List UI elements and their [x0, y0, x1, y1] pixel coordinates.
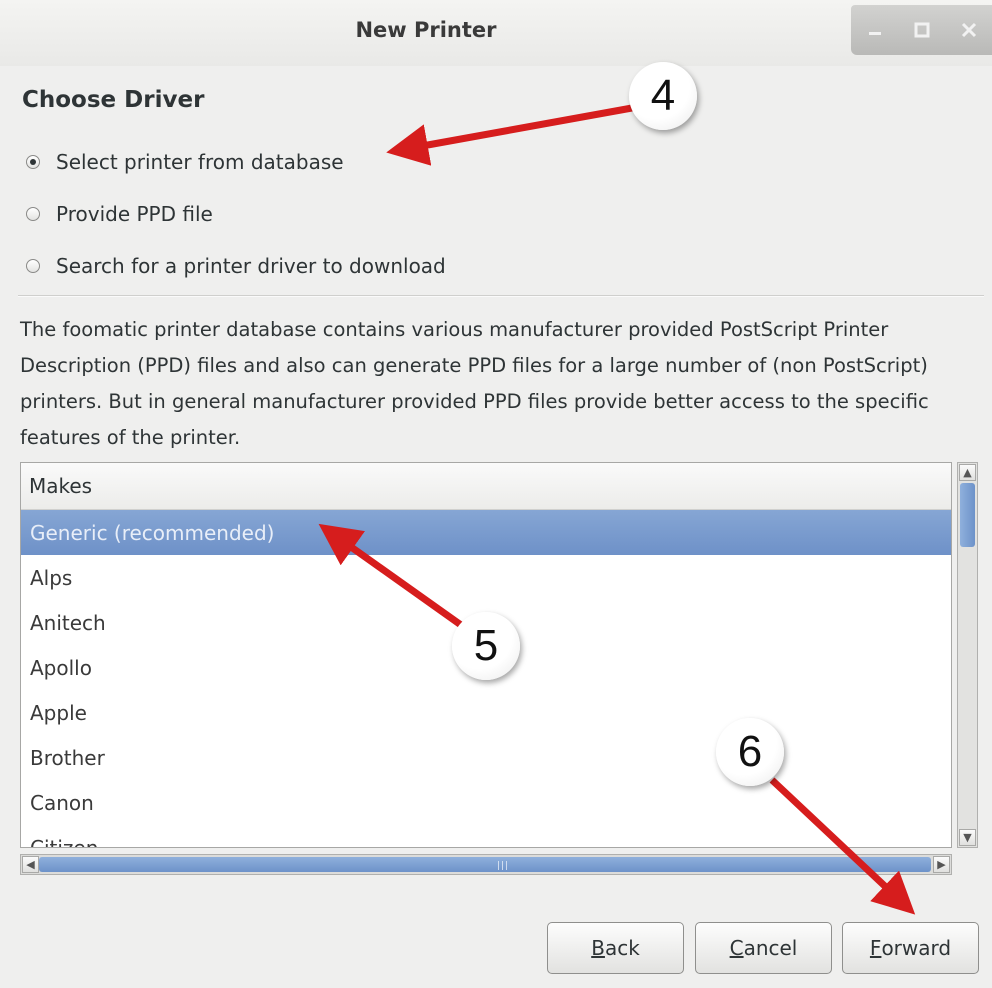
title-bar[interactable]: New Printer [0, 0, 992, 66]
forward-button[interactable]: Forward [842, 922, 979, 974]
radio-indicator[interactable] [26, 259, 40, 273]
window-title: New Printer [355, 18, 497, 42]
scroll-left-icon[interactable]: ◀ [22, 856, 39, 873]
makes-column-header[interactable]: Makes [21, 463, 951, 510]
separator [18, 295, 984, 297]
scroll-up-icon[interactable]: ▲ [959, 464, 976, 481]
close-icon [961, 22, 976, 38]
radio-provide-ppd-file[interactable]: Provide PPD file [26, 199, 213, 229]
scroll-down-icon[interactable]: ▼ [959, 829, 976, 846]
minimize-button[interactable] [857, 12, 893, 48]
radio-select-from-database[interactable]: Select printer from database [26, 147, 344, 177]
radio-label: Select printer from database [56, 150, 344, 174]
radio-indicator[interactable] [26, 155, 40, 169]
radio-indicator[interactable] [26, 207, 40, 221]
section-heading: Choose Driver [22, 87, 205, 113]
radio-search-driver-download[interactable]: Search for a printer driver to download [26, 251, 446, 281]
callout-4: 4 [629, 62, 697, 130]
maximize-icon [914, 22, 929, 38]
mnemonic-letter: B [591, 936, 605, 960]
list-item-apple[interactable]: Apple [21, 690, 951, 735]
horizontal-scroll-thumb[interactable]: ||| [39, 857, 931, 872]
scroll-right-icon[interactable]: ▶ [933, 856, 950, 873]
mnemonic-letter: C [729, 936, 744, 960]
back-button[interactable]: Back [547, 922, 684, 974]
list-item-alps[interactable]: Alps [21, 555, 951, 600]
cancel-button[interactable]: Cancel [695, 922, 832, 974]
radio-label: Search for a printer driver to download [56, 254, 446, 278]
maximize-button[interactable] [904, 12, 940, 48]
callout-6: 6 [716, 718, 784, 786]
radio-label: Provide PPD file [56, 202, 213, 226]
button-label-rest: orward [881, 936, 952, 960]
mnemonic-letter: F [869, 936, 882, 960]
vertical-scroll-thumb[interactable] [960, 483, 975, 547]
list-item-brother[interactable]: Brother [21, 735, 951, 780]
window-controls [851, 5, 992, 55]
list-item-canon[interactable]: Canon [21, 780, 951, 825]
list-item-generic[interactable]: Generic (recommended) [21, 510, 951, 555]
callout-5: 5 [452, 612, 520, 680]
new-printer-dialog: New Printer Choose Driver Select printer… [0, 0, 992, 988]
list-item-citizen[interactable]: Citizen [21, 825, 951, 848]
minimize-icon [868, 32, 881, 35]
button-label-rest: ack [604, 936, 640, 960]
driver-description: The foomatic printer database contains v… [20, 318, 929, 449]
horizontal-scrollbar[interactable]: ◀ ||| ▶ [20, 854, 952, 875]
grip-icon: ||| [497, 861, 510, 871]
close-button[interactable] [951, 12, 987, 48]
vertical-scrollbar[interactable]: ▲ ▼ [957, 462, 978, 848]
button-label-rest: ancel [743, 936, 798, 960]
arrow-4 [386, 104, 633, 166]
